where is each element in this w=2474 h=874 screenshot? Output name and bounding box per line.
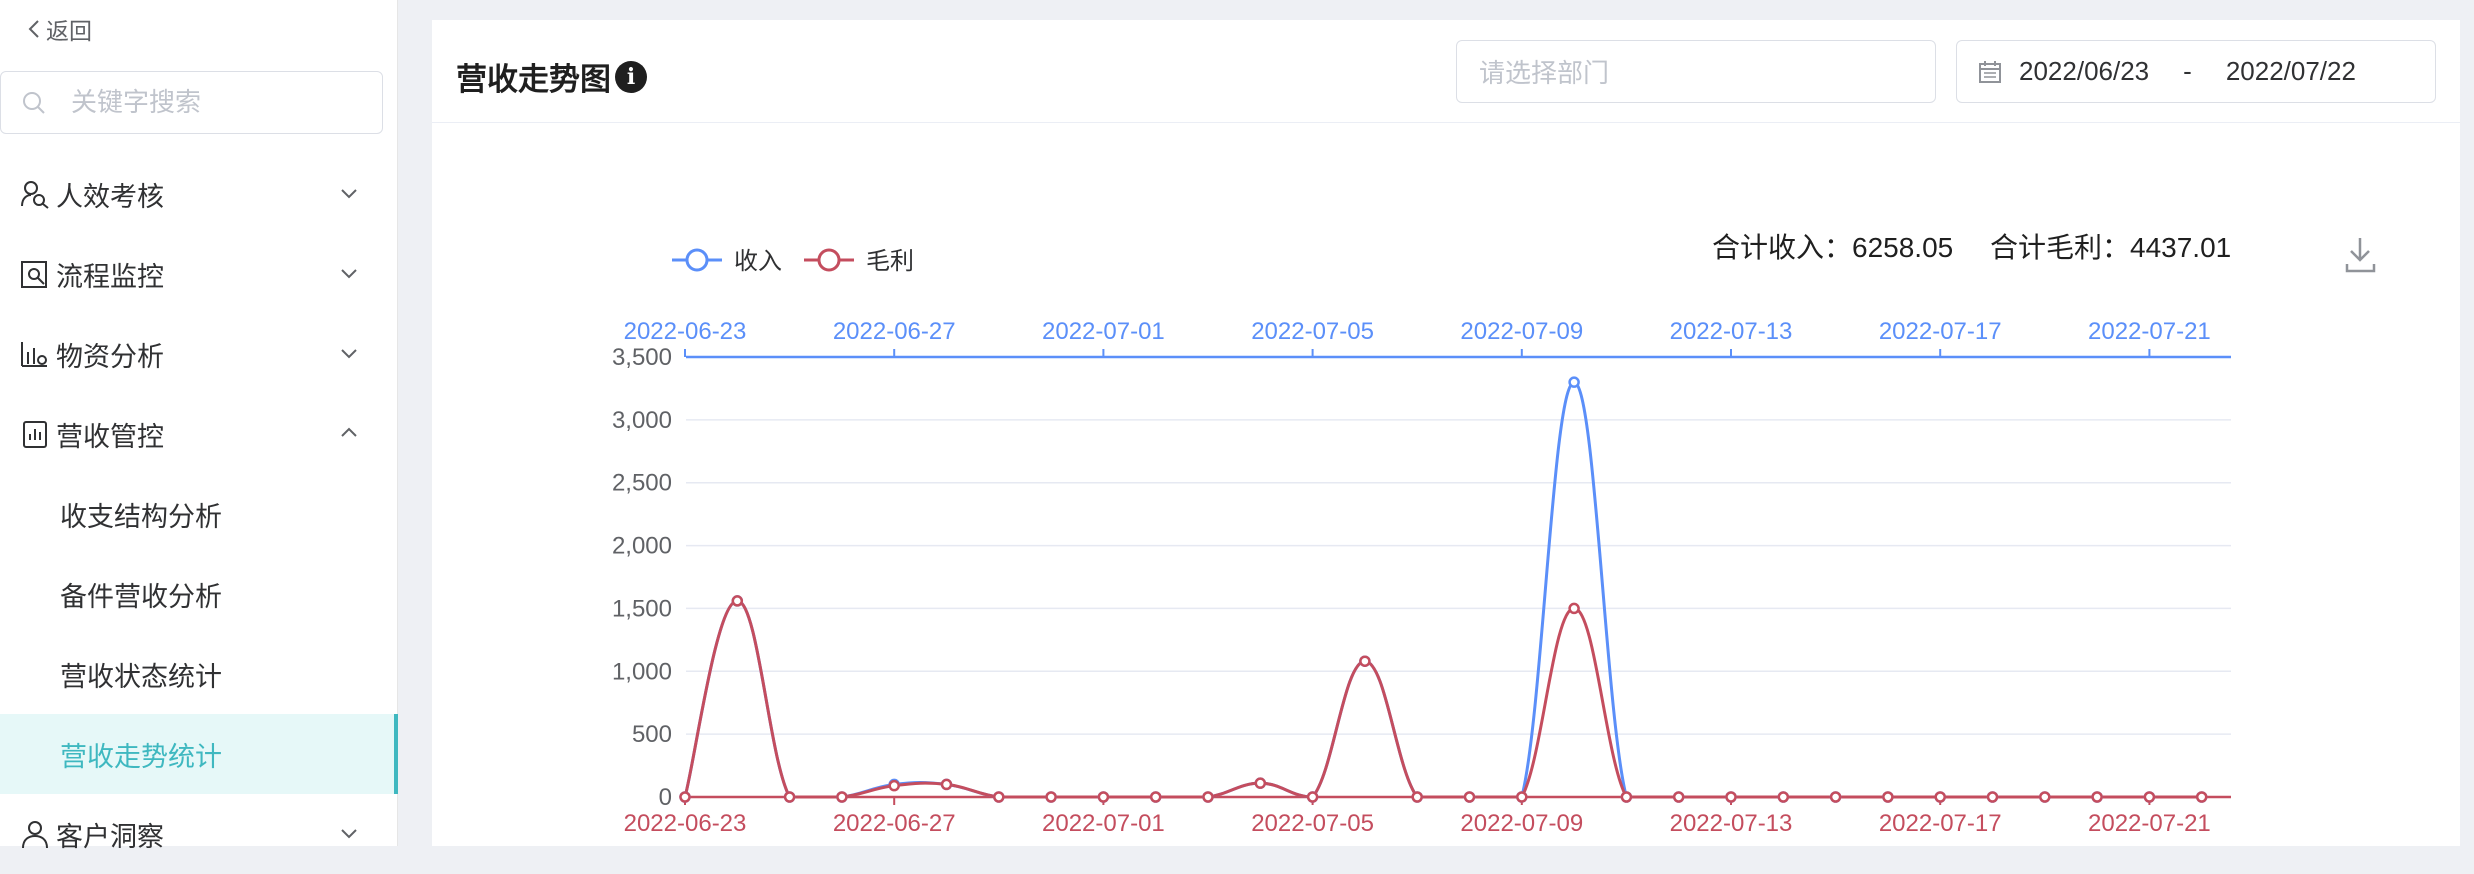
search-icon [23,91,45,114]
y-tick-label: 2,500 [612,470,672,497]
bottom-x-tick-label: 2022-06-23 [624,810,747,837]
profit-point [2039,791,2051,803]
top-x-tick-label: 2022-07-09 [1460,318,1583,345]
total-profit-value: 4437.01 [2130,232,2231,263]
menu-item-material-analysis[interactable]: 物资分析 [0,314,398,394]
chevron-left-icon [28,20,39,38]
menu-item-process-monitor[interactable]: 流程监控 [0,234,398,314]
total-income-label: 合计收入： [1712,232,1852,263]
profit-point [2091,791,2103,803]
top-x-tick-label: 2022-07-21 [2088,318,2211,345]
profit-point [1045,791,1057,803]
chevron-down-icon [341,189,357,199]
profit-point [2143,791,2156,803]
search-box[interactable] [0,71,383,134]
chevron-down-icon [341,829,357,839]
back-button[interactable]: 返回 [26,12,92,46]
profit-point [836,791,848,803]
y-tick-label: 3,500 [612,344,672,371]
top-x-tick-label: 2022-07-13 [1670,318,1793,345]
total-income-value: 6258.05 [1852,232,1953,263]
legend-profit-label: 毛利 [866,248,914,275]
top-x-tick-label: 2022-06-27 [833,318,956,345]
profit-point [783,791,796,803]
menu-label: 营收管控 [56,421,164,452]
chevron-down-icon [341,349,357,359]
submenu-item-income-structure[interactable]: 收支结构分析 [0,474,398,554]
chart-legend: 收入 毛利 [672,248,914,275]
revenue-report-icon [18,417,52,451]
profit-point [1149,791,1162,803]
menu-label: 人效考核 [56,181,164,212]
download-icon[interactable] [2345,238,2376,273]
top-x-tick-label: 2022-06-23 [624,318,747,345]
profit-point [940,778,953,791]
plot-area: 05001,0001,5002,0002,5003,0003,5002022-0… [612,318,2231,837]
menu-label: 流程监控 [56,261,164,292]
profit-point [1725,791,1737,803]
profit-point [1620,791,1633,803]
profit-point [1463,791,1476,803]
submenu-item-spare-parts-revenue[interactable]: 备件营收分析 [0,554,398,634]
top-x-tick-label: 2022-07-05 [1251,318,1374,345]
total-profit-label: 合计毛利： [1990,232,2130,263]
revenue-trend-chart: 收入 毛利 合计收入： 6258.05 合计毛利： 4437.01 0 500 1,… [612,232,2376,837]
top-x-tick-label: 2022-07-17 [1879,318,2002,345]
profit-point [1306,791,1319,803]
y-tick-label: 0 [659,784,672,811]
bar-analysis-icon [18,337,52,371]
profit-point [1882,791,1894,803]
bottom-x-tick-label: 2022-07-21 [2088,810,2211,837]
profit-point [1568,602,1580,615]
top-x-tick-label: 2022-07-01 [1042,318,1165,345]
profit-point [1934,791,1946,803]
profit-point [1986,791,1999,803]
legend-item-income[interactable]: 收入 [672,248,782,275]
bottom-x-tick-label: 2022-06-27 [833,810,956,837]
chevron-up-icon [341,427,357,437]
legend-income-label: 收入 [734,248,782,275]
menu-item-people-efficiency[interactable]: 人效考核 [0,154,398,234]
profit-point [731,595,744,607]
submenu-item-revenue-status[interactable]: 营收状态统计 [0,634,398,714]
bottom-x-tick-label: 2022-07-05 [1251,810,1374,837]
menu-item-revenue-control[interactable]: 营收管控 [0,394,398,474]
income-point [1568,376,1580,388]
y-tick-label: 1,500 [612,595,672,622]
profit-point [1359,655,1371,667]
profit-point [1411,791,1423,803]
process-monitor-icon [18,257,52,291]
people-search-icon [18,177,52,211]
profit-point [1202,791,1214,803]
profit-point [1672,791,1685,803]
profit-point [1254,777,1267,789]
menu-label: 物资分析 [56,341,164,372]
bottom-x-tick-label: 2022-07-01 [1042,810,1165,837]
profit-point [1829,791,1842,803]
y-tick-label: 2,000 [612,533,672,560]
search-input[interactable] [69,86,373,119]
legend-item-profit[interactable]: 毛利 [804,248,914,275]
profit-point [679,791,691,803]
profit-point [2195,791,2208,803]
profit-point [1777,791,1790,803]
sidebar: 返回 人效考核 流程监控 物资分析 营收管控 收支结构分析 备件营收分析 营收状… [0,0,398,852]
profit-point [888,779,900,792]
menu-item-customer-insight[interactable]: 客户洞察 [0,794,398,874]
y-tick-label: 3,000 [612,407,672,434]
menu-label: 客户洞察 [56,821,164,852]
back-label: 返回 [46,18,92,44]
chevron-down-icon [341,269,357,279]
bottom-x-tick-label: 2022-07-13 [1670,810,1793,837]
y-tick-label: 1,000 [612,658,672,685]
submenu-item-revenue-trend[interactable]: 营收走势统计 [0,714,398,794]
bottom-x-tick-label: 2022-07-09 [1460,810,1583,837]
y-tick-label: 500 [632,721,672,748]
profit-point [1097,791,1110,803]
profit-point [1516,791,1528,803]
profit-series-line [683,599,2202,799]
profit-point [993,791,1005,803]
bottom-x-tick-label: 2022-07-17 [1879,810,2002,837]
revenue-trend-card: 营收走势图 i 请选择部门 2022/06/23 - 2022/07/22 收入… [432,20,2460,846]
